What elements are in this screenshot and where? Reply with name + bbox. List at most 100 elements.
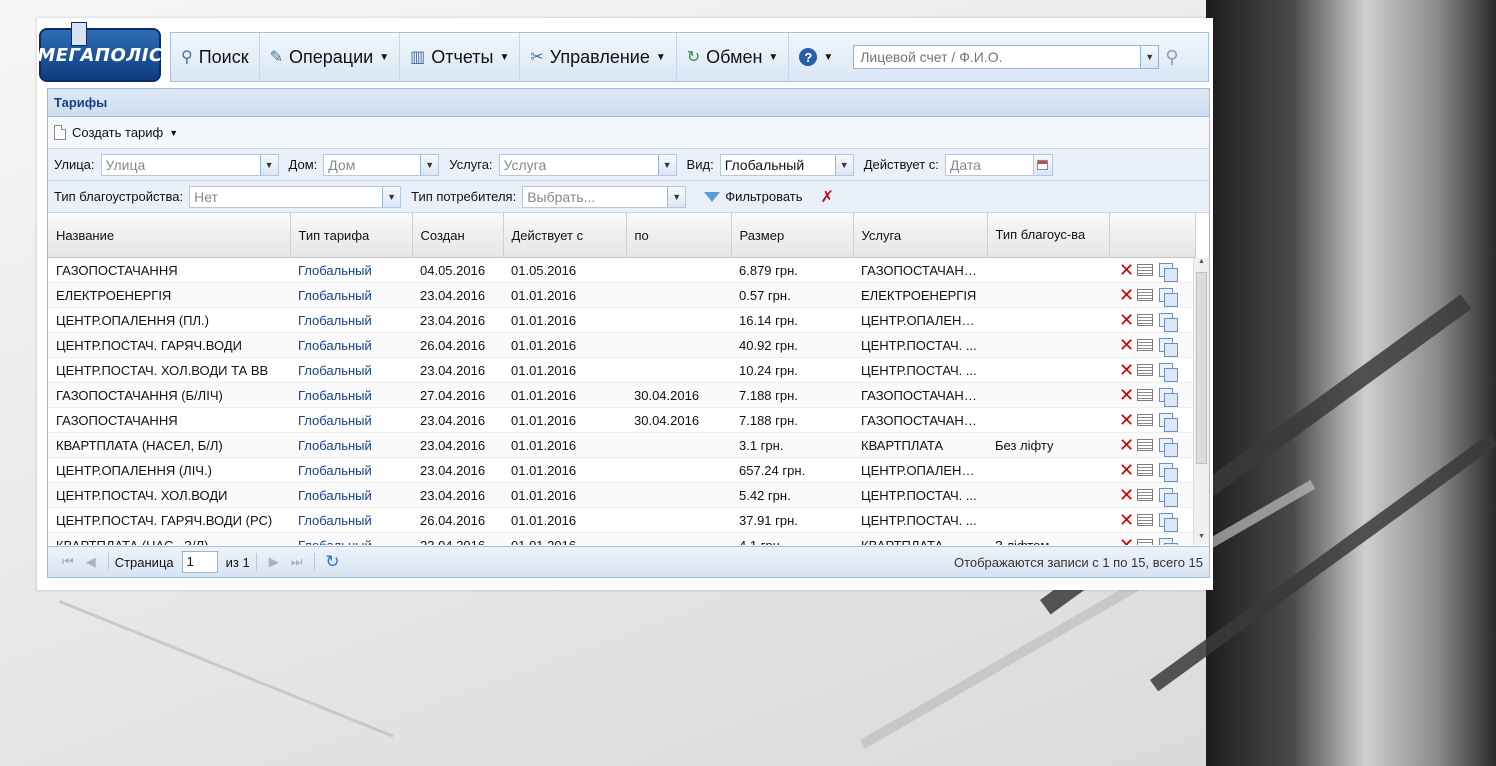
first-page-icon[interactable]: ⏮ <box>62 554 74 570</box>
prev-page-icon[interactable]: ◀ <box>86 554 96 570</box>
date-picker-trigger[interactable] <box>1032 154 1052 175</box>
details-list-icon[interactable] <box>1137 514 1154 526</box>
delete-icon[interactable]: ✕ <box>1119 261 1134 279</box>
account-search-input[interactable] <box>854 48 1141 66</box>
exchange-menu-button[interactable]: ↻ Обмен ▼ <box>677 33 790 81</box>
chevron-down-icon[interactable]: ▼ <box>259 154 278 175</box>
dropdown-arrow-icon: ▼ <box>768 51 779 63</box>
details-list-icon[interactable] <box>1137 414 1154 426</box>
consumer-combo[interactable]: Выбрать... ▼ <box>522 185 687 208</box>
copy-icon[interactable] <box>1159 338 1179 357</box>
improvement-combo[interactable]: Нет ▼ <box>189 185 402 208</box>
details-list-icon[interactable] <box>1137 439 1154 451</box>
copy-icon[interactable] <box>1159 263 1179 282</box>
search-menu-button[interactable]: ⚲ Поиск <box>171 33 260 81</box>
reports-menu-button[interactable]: ▥ Отчеты ▼ <box>400 33 521 81</box>
delete-icon[interactable]: ✕ <box>1119 411 1134 429</box>
scrollbar-thumb[interactable] <box>1196 272 1207 464</box>
details-list-icon[interactable] <box>1137 289 1154 301</box>
chevron-down-icon[interactable]: ▼ <box>657 154 676 175</box>
help-menu-button[interactable]: ? ▼ <box>789 33 843 81</box>
chevron-down-icon[interactable]: ▼ <box>667 186 686 207</box>
details-list-icon[interactable] <box>1137 314 1154 326</box>
delete-icon[interactable]: ✕ <box>1119 461 1134 479</box>
kind-combo[interactable]: Глобальный ▼ <box>719 153 854 176</box>
table-row[interactable]: ЕЛЕКТРОЕНЕРГІЯ Глобальный 23.04.2016 01.01.… <box>48 282 1195 308</box>
details-list-icon[interactable] <box>1137 489 1154 501</box>
delete-icon[interactable]: ✕ <box>1119 536 1134 545</box>
details-list-icon[interactable] <box>1137 389 1154 401</box>
chevron-down-icon[interactable]: ▼ <box>1140 46 1159 68</box>
table-row[interactable]: ЦЕНТР.ОПАЛЕННЯ (ПЛ.) Глобальный 23.04.2016… <box>48 307 1195 333</box>
delete-icon[interactable]: ✕ <box>1119 386 1134 404</box>
delete-icon[interactable]: ✕ <box>1119 436 1134 454</box>
delete-icon[interactable]: ✕ <box>1119 511 1134 529</box>
scroll-down-icon[interactable]: ▼ <box>1194 533 1209 545</box>
delete-icon[interactable]: ✕ <box>1119 311 1134 329</box>
copy-icon[interactable] <box>1159 313 1179 332</box>
account-search-combo[interactable]: ▼ <box>853 45 1160 69</box>
table-row[interactable]: КВАРТПЛАТА (НАС., З/Л) Глобальный 23.04.20… <box>48 532 1195 545</box>
cell-valid-to: 30.04.2016 <box>626 382 731 408</box>
copy-icon[interactable] <box>1159 288 1179 307</box>
next-page-icon[interactable]: ▶ <box>269 554 279 570</box>
grid-vertical-scrollbar[interactable]: ▲ ▼ <box>1193 258 1209 545</box>
table-row[interactable]: ЦЕНТР.ПОСТАЧ. ГАРЯЧ.ВОДИ Глобальный 26.04.… <box>48 332 1195 358</box>
clear-filter-icon[interactable]: ✗ <box>821 187 834 207</box>
search-go-icon[interactable]: ⚲ <box>1165 47 1178 68</box>
cell-amount: 4.1 грн. <box>731 532 853 545</box>
col-header-improvement[interactable]: Тип благоус-ва <box>987 213 1110 258</box>
copy-icon[interactable] <box>1159 388 1179 407</box>
details-list-icon[interactable] <box>1137 539 1154 545</box>
copy-icon[interactable] <box>1159 513 1179 532</box>
table-row[interactable]: ЦЕНТР.ПОСТАЧ. ГАРЯЧ.ВОДИ (РС) Глобальный 2… <box>48 507 1195 533</box>
filter-button[interactable]: Фильтровать <box>704 189 803 204</box>
copy-icon[interactable] <box>1159 438 1179 457</box>
table-row[interactable]: ГАЗОПОСТАЧАННЯ (Б/ЛІЧ) Глобальный 27.04.20… <box>48 382 1195 408</box>
delete-icon[interactable]: ✕ <box>1119 336 1134 354</box>
valid-from-date-field[interactable]: Дата <box>944 153 1053 176</box>
chevron-down-icon[interactable]: ▼ <box>420 154 439 175</box>
col-header-name[interactable]: Название <box>48 213 291 258</box>
last-page-icon[interactable]: ⏭ <box>291 554 303 570</box>
row-actions: ✕ <box>1109 432 1195 458</box>
col-header-created[interactable]: Создан <box>412 213 504 258</box>
operations-menu-button[interactable]: ✎ Операции ▼ <box>260 33 401 81</box>
copy-icon[interactable] <box>1159 488 1179 507</box>
copy-icon[interactable] <box>1159 413 1179 432</box>
col-header-service[interactable]: Услуга <box>853 213 988 258</box>
details-list-icon[interactable] <box>1137 364 1154 376</box>
create-tariff-button[interactable]: Создать тариф ▼ <box>54 125 178 140</box>
copy-icon[interactable] <box>1159 363 1179 382</box>
street-combo[interactable]: Улица ▼ <box>100 153 279 176</box>
details-list-icon[interactable] <box>1137 464 1154 476</box>
table-row[interactable]: ЦЕНТР.ОПАЛЕННЯ (ЛІЧ.) Глобальный 23.04.201… <box>48 457 1195 483</box>
table-row[interactable]: ЦЕНТР.ПОСТАЧ. ХОЛ.ВОДИ Глобальный 23.04.20… <box>48 482 1195 508</box>
table-row[interactable]: ГАЗОПОСТАЧАННЯ Глобальный 23.04.2016 01.01.… <box>48 407 1195 433</box>
details-list-icon[interactable] <box>1137 339 1154 351</box>
col-header-valid-from[interactable]: Действует с <box>503 213 627 258</box>
col-header-valid-to[interactable]: по <box>626 213 732 258</box>
copy-icon[interactable] <box>1159 463 1179 482</box>
page-number-input[interactable]: 1 <box>181 551 218 573</box>
details-list-icon[interactable] <box>1137 264 1154 276</box>
delete-icon[interactable]: ✕ <box>1119 286 1134 304</box>
management-menu-button[interactable]: ✂ Управление ▼ <box>520 33 677 81</box>
row-actions: ✕ <box>1109 407 1195 433</box>
refresh-icon[interactable]: ↻ <box>325 552 339 572</box>
copy-icon[interactable] <box>1159 538 1179 545</box>
col-header-tariff-type[interactable]: Тип тарифа <box>290 213 413 258</box>
col-header-amount[interactable]: Размер <box>731 213 854 258</box>
megapolis-logo[interactable]: МЕГАПОЛІС <box>37 22 162 82</box>
row-actions: ✕ <box>1109 507 1195 533</box>
delete-icon[interactable]: ✕ <box>1119 361 1134 379</box>
chevron-down-icon[interactable]: ▼ <box>834 154 853 175</box>
table-row[interactable]: КВАРТПЛАТА (НАСЕЛ, Б/Л) Глобальный 23.04.2… <box>48 432 1195 458</box>
table-row[interactable]: ЦЕНТР.ПОСТАЧ. ХОЛ.ВОДИ ТА ВВ Глобальный 23… <box>48 357 1195 383</box>
table-row[interactable]: ГАЗОПОСТАЧАННЯ Глобальный 04.05.2016 01.05.… <box>48 258 1195 283</box>
scroll-up-icon[interactable]: ▲ <box>1194 258 1209 270</box>
chevron-down-icon[interactable]: ▼ <box>382 186 401 207</box>
house-combo[interactable]: Дом ▼ <box>323 153 440 176</box>
service-combo[interactable]: Услуга ▼ <box>498 153 677 176</box>
delete-icon[interactable]: ✕ <box>1119 486 1134 504</box>
